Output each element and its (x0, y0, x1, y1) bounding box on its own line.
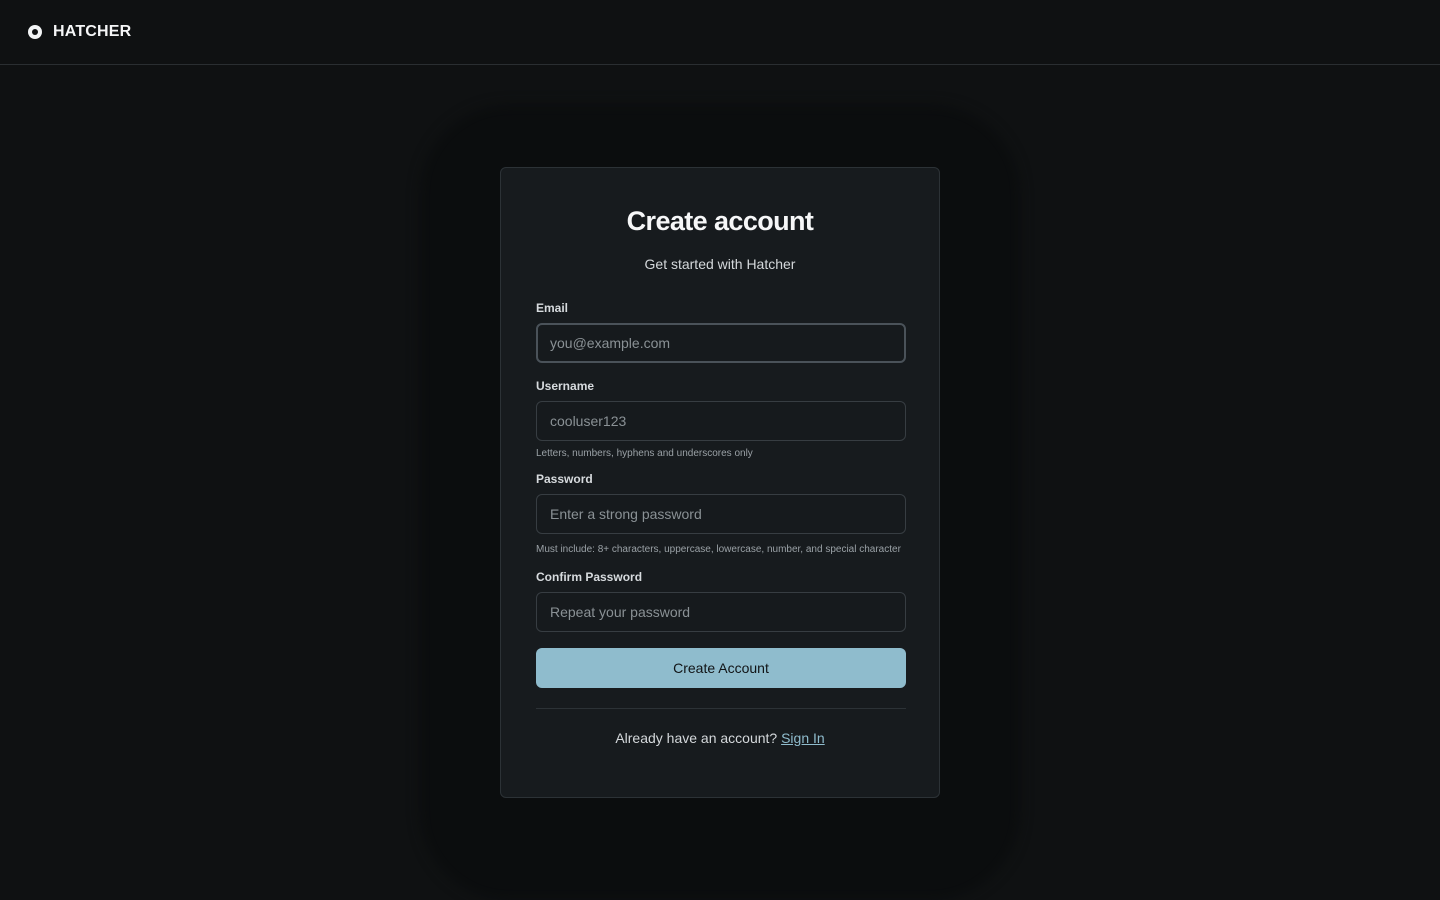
email-label: Email (536, 301, 569, 315)
confirm-password-group: Confirm Password (536, 570, 906, 632)
top-bar: HATCHER (0, 0, 1440, 65)
email-group: Email (536, 301, 906, 363)
password-hint: Must include: 8+ characters, uppercase, … (536, 544, 901, 555)
sign-in-link[interactable]: Sign In (781, 730, 825, 746)
brand[interactable]: HATCHER (28, 23, 131, 41)
hatcher-logo-icon (28, 25, 42, 39)
password-label: Password (536, 472, 593, 486)
brand-name: HATCHER (53, 23, 132, 40)
email-field[interactable] (536, 323, 906, 363)
create-account-button[interactable]: Create Account (536, 648, 906, 688)
confirm-password-label: Confirm Password (536, 570, 643, 584)
sign-in-prompt: Already have an account? Sign In (536, 730, 904, 746)
confirm-password-field[interactable] (536, 592, 906, 632)
username-hint: Letters, numbers, hyphens and underscore… (536, 448, 753, 459)
page-subtitle: Get started with Hatcher (644, 256, 796, 272)
sign-in-prompt-text: Already have an account? (615, 730, 778, 746)
page-title: Create account (626, 206, 814, 236)
password-field[interactable] (536, 494, 906, 534)
signup-card: Create account Get started with Hatcher … (500, 167, 940, 798)
username-label: Username (536, 379, 595, 393)
username-group: Username Letters, numbers, hyphens and u… (536, 379, 906, 461)
password-group: Password Must include: 8+ characters, up… (536, 472, 906, 557)
username-field[interactable] (536, 401, 906, 441)
divider (536, 708, 906, 709)
